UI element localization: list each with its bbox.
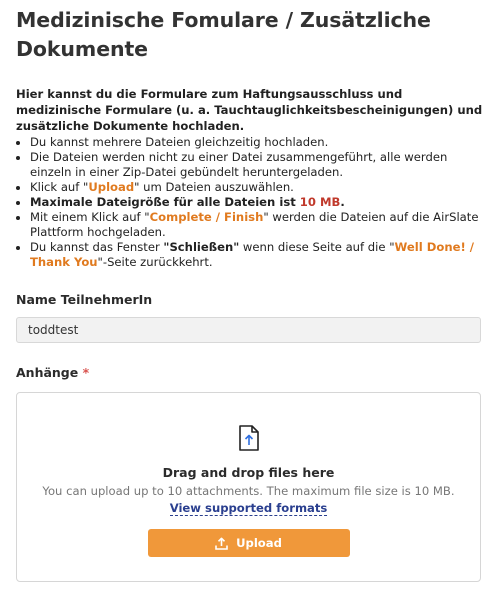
bullet-text: " um Dateien auszuwählen.	[134, 180, 294, 194]
close-highlight: "Schließen"	[163, 240, 240, 254]
file-dropzone[interactable]: Drag and drop files here You can upload …	[16, 392, 481, 582]
page-title: Medizinische Fomulare / Zusätzliche Doku…	[16, 8, 431, 61]
list-item: Mit einem Klick auf "Complete / Finish" …	[30, 210, 485, 240]
upload-icon	[215, 537, 228, 550]
name-input[interactable]	[16, 317, 481, 343]
upload-button-label: Upload	[236, 536, 282, 550]
upload-highlight: Upload	[88, 180, 135, 194]
bullet-text: Du kannst mehrere Dateien gleichzeitig h…	[30, 135, 329, 149]
required-mark: *	[82, 365, 90, 380]
supported-formats-link[interactable]: View supported formats	[169, 501, 328, 516]
dropzone-info: You can upload up to 10 attachments. The…	[42, 484, 455, 498]
file-upload-icon	[238, 425, 259, 451]
attachments-label: Anhänge *	[16, 365, 485, 380]
bullet-text: "-Seite zurückkehrt.	[97, 255, 213, 269]
list-item: Klick auf "Upload" um Dateien auszuwähle…	[30, 180, 485, 195]
max-size-highlight: 10 MB	[299, 195, 341, 209]
intro-text: Hier kannst du die Formulare zum Haftung…	[16, 87, 483, 133]
bullet-text: Mit einem Klick auf "	[30, 210, 150, 224]
bullet-text: Die Dateien werden nicht zu einer Datei …	[30, 150, 448, 179]
list-item: Du kannst mehrere Dateien gleichzeitig h…	[30, 135, 485, 150]
list-item: Maximale Dateigröße für alle Dateien ist…	[30, 195, 485, 210]
page-container: Medizinische Fomulare / Zusätzliche Doku…	[0, 0, 501, 582]
bullet-text: wenn diese Seite auf die "	[239, 240, 395, 254]
max-size-text: Maximale Dateigröße für alle Dateien ist	[30, 195, 300, 209]
upload-button[interactable]: Upload	[147, 529, 350, 557]
bullet-text: .	[340, 195, 345, 209]
bullet-text: Du kannst das Fenster	[30, 240, 164, 254]
list-item: Die Dateien werden nicht zu einer Datei …	[30, 150, 485, 180]
list-item: Du kannst das Fenster "Schließen" wenn d…	[30, 240, 485, 270]
bullet-text: Klick auf "	[30, 180, 89, 194]
instructions-list: Du kannst mehrere Dateien gleichzeitig h…	[16, 135, 485, 270]
attachments-label-text: Anhänge	[16, 365, 79, 380]
complete-highlight: Complete / Finish	[149, 210, 264, 224]
dropzone-title: Drag and drop files here	[162, 465, 335, 480]
name-field-label: Name TeilnehmerIn	[16, 292, 153, 307]
